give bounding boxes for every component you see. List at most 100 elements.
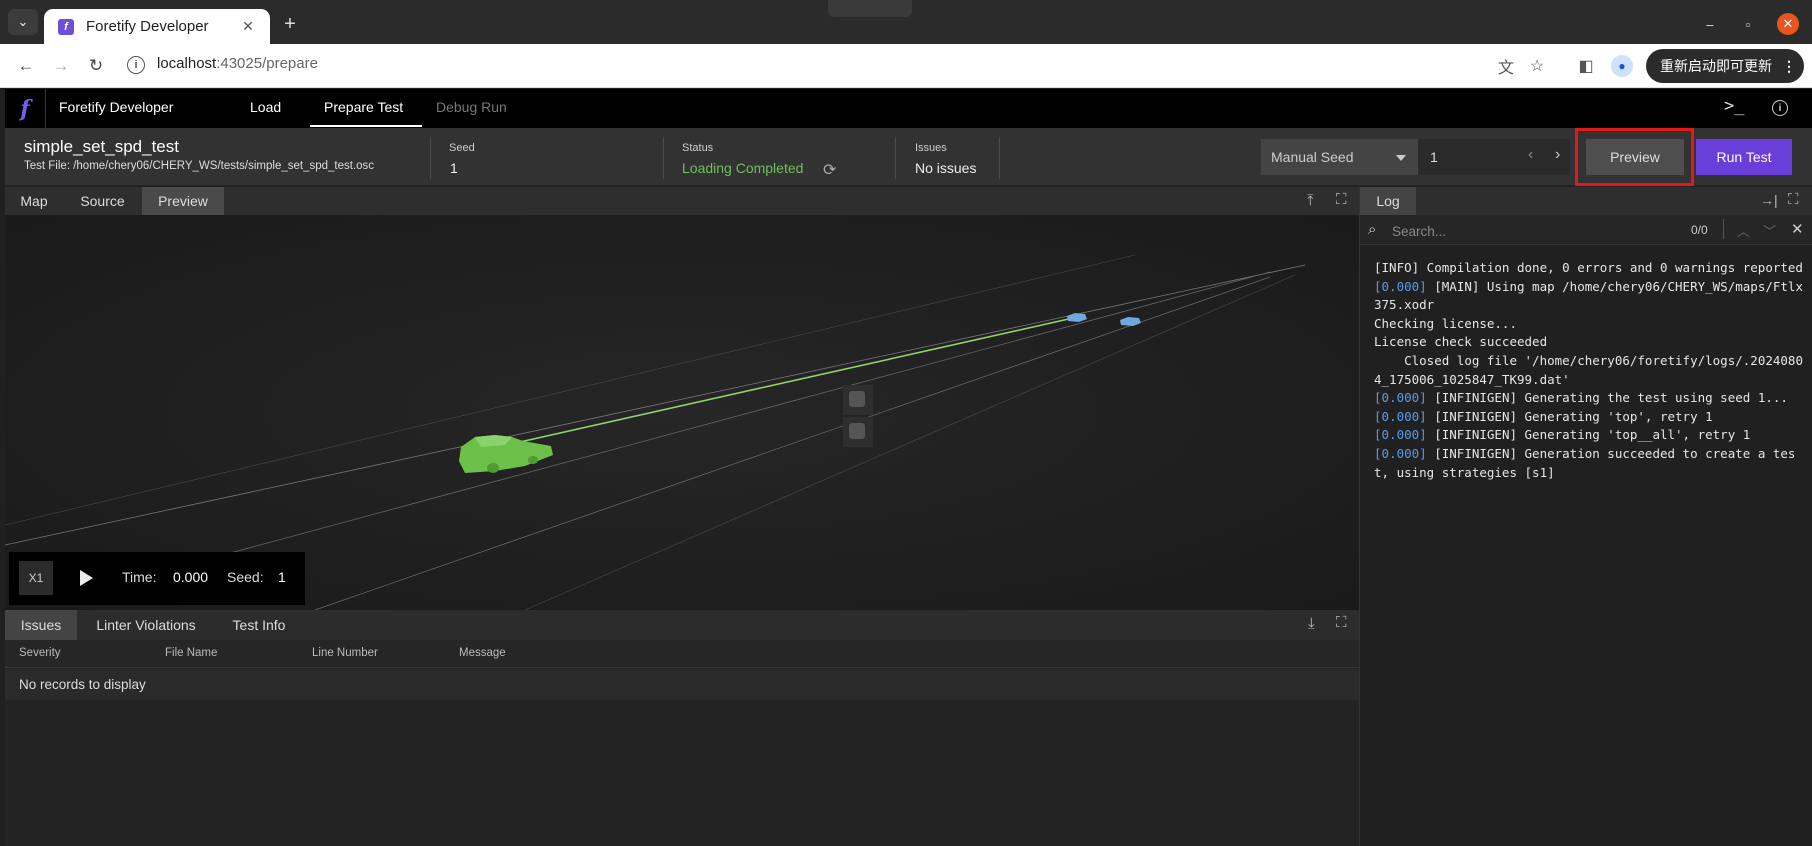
log-line: [INFO] Compilation done, 0 errors and 0 …: [1374, 259, 1804, 278]
fullscreen-icon[interactable]: ⛶: [1336, 614, 1347, 631]
column-file-name[interactable]: File Name: [165, 647, 217, 659]
issues-value: No issues: [915, 160, 977, 176]
chevron-down-icon[interactable]: ﹀: [1763, 221, 1776, 240]
chevron-up-icon[interactable]: ︿: [1737, 221, 1750, 240]
tab-close-icon[interactable]: ✕: [238, 17, 258, 37]
chevron-left-icon[interactable]: ‹: [1528, 146, 1533, 164]
caret-down-icon: [1396, 155, 1406, 161]
terminal-icon[interactable]: >_: [1724, 96, 1744, 116]
tab-linter-violations[interactable]: Linter Violations: [82, 610, 210, 640]
time-value: 0.000: [173, 569, 209, 585]
log-line: Closed log file '/home/chery06/foretify/…: [1374, 352, 1804, 389]
tab-search-chevron-down-icon[interactable]: ⌄: [8, 9, 38, 35]
log-text: [INFINIGEN] Generating 'top', retry 1: [1426, 408, 1713, 424]
close-search-icon[interactable]: ✕: [1791, 220, 1804, 238]
tab-issues[interactable]: Issues: [5, 610, 77, 640]
log-search-input[interactable]: [1392, 221, 1682, 241]
more-menu-icon[interactable]: ⋮: [1782, 58, 1796, 75]
log-line: [0.000] [INFINIGEN] Generation succeeded…: [1374, 445, 1804, 482]
status-value: Loading Completed: [682, 160, 804, 176]
nav-tab-debug-run[interactable]: Debug Run: [436, 99, 507, 115]
seed-mode-select[interactable]: Manual Seed: [1261, 139, 1418, 175]
log-output: [INFO] Compilation done, 0 errors and 0 …: [1374, 259, 1804, 482]
empty-table-message: No records to display: [19, 677, 146, 692]
new-tab-plus-icon[interactable]: +: [278, 12, 302, 36]
scenario-preview-viewport[interactable]: [5, 215, 1359, 610]
translate-icon[interactable]: 文: [1494, 54, 1518, 78]
tab-log[interactable]: Log: [1360, 187, 1416, 215]
tab-map[interactable]: Map: [5, 187, 63, 215]
column-severity[interactable]: Severity: [19, 647, 61, 659]
nav-tab-load[interactable]: Load: [250, 99, 281, 115]
log-timestamp: [0.000]: [1374, 445, 1427, 461]
log-text: License check succeeded: [1374, 334, 1548, 350]
tab-test-info[interactable]: Test Info: [218, 610, 300, 640]
chevron-right-icon[interactable]: ›: [1555, 146, 1560, 164]
divider: [1723, 219, 1724, 239]
log-timestamp: [0.000]: [1374, 278, 1427, 294]
column-message[interactable]: Message: [459, 647, 506, 659]
url-host: localhost: [157, 55, 217, 72]
seed-mode-value: Manual Seed: [1271, 149, 1354, 165]
log-text: [INFINIGEN] Generation succeeded to crea…: [1374, 445, 1796, 480]
reload-icon[interactable]: ↻: [84, 54, 108, 78]
test-file-path: Test File: /home/chery06/CHERY_WS/tests/…: [24, 160, 375, 172]
bookmark-star-icon[interactable]: ☆: [1525, 54, 1549, 78]
log-timestamp: [0.000]: [1374, 408, 1427, 424]
browser-tab-active[interactable]: f Foretify Developer ✕: [44, 9, 270, 44]
status-label: Status: [682, 142, 714, 154]
side-panel-icon[interactable]: ◧: [1574, 54, 1598, 78]
seed-label: Seed: [449, 142, 475, 154]
seed-value: 1: [450, 160, 458, 176]
maximize-icon[interactable]: ▫: [1737, 13, 1759, 35]
player-seed-label: Seed:: [227, 569, 264, 585]
seed-input[interactable]: [1418, 139, 1570, 175]
log-line: [0.000] [INFINIGEN] Generating 'top', re…: [1374, 408, 1804, 427]
dock-right-icon[interactable]: →|: [1760, 192, 1778, 208]
profile-avatar-icon[interactable]: ●: [1611, 55, 1633, 77]
log-text: Closed log file '/home/chery06/foretify/…: [1374, 352, 1803, 387]
foretify-logo-icon: f: [20, 96, 30, 122]
log-text: [MAIN] Using map /home/chery06/CHERY_WS/…: [1374, 278, 1803, 313]
time-label: Time:: [122, 569, 157, 585]
divider: [895, 137, 896, 179]
address-bar[interactable]: localhost:43025/prepare: [157, 55, 318, 72]
back-arrow-icon[interactable]: ←: [14, 54, 38, 78]
log-text: Checking license...: [1374, 315, 1517, 331]
log-line: [0.000] [INFINIGEN] Generating the test …: [1374, 389, 1804, 408]
road-scene: [5, 215, 1359, 610]
run-test-button[interactable]: Run Test: [1696, 139, 1792, 175]
play-icon[interactable]: [80, 570, 93, 586]
playback-speed-button[interactable]: X1: [19, 561, 53, 595]
pin-top-icon[interactable]: ⤒: [1307, 192, 1314, 209]
url-path: :43025/prepare: [216, 55, 318, 72]
fullscreen-icon[interactable]: ⛶: [1788, 191, 1799, 208]
log-text: [INFINIGEN] Generating the test using se…: [1426, 390, 1788, 406]
download-icon[interactable]: ⤓: [1308, 615, 1315, 632]
tab-source[interactable]: Source: [63, 187, 142, 215]
site-info-icon[interactable]: i: [127, 56, 145, 74]
window-close-icon[interactable]: ✕: [1777, 13, 1799, 35]
favicon-icon: f: [58, 18, 74, 35]
highlight-annotation-box: [1575, 128, 1694, 186]
log-timestamp: [0.000]: [1374, 390, 1427, 406]
tab-preview[interactable]: Preview: [142, 187, 224, 215]
search-icon: ⌕: [1368, 221, 1377, 238]
nav-tab-prepare-test[interactable]: Prepare Test: [324, 99, 403, 115]
issues-label: Issues: [915, 142, 947, 154]
minimize-icon[interactable]: –: [1699, 13, 1721, 35]
column-line-number[interactable]: Line Number: [312, 647, 378, 659]
update-label: 重新启动即可更新: [1660, 58, 1772, 74]
update-relaunch-button[interactable]: 重新启动即可更新 ⋮: [1646, 49, 1804, 83]
tab-title: Foretify Developer: [86, 18, 209, 35]
test-name: simple_set_spd_test: [24, 137, 179, 156]
refresh-icon[interactable]: ⟳: [823, 160, 836, 180]
log-line: License check succeeded: [1374, 333, 1804, 352]
fullscreen-icon[interactable]: ⛶: [1336, 191, 1347, 208]
player-seed-value: 1: [278, 569, 286, 585]
log-timestamp: [0.000]: [1374, 427, 1427, 443]
search-match-count: 0/0: [1691, 223, 1708, 237]
info-icon[interactable]: i: [1772, 100, 1788, 116]
log-text: [INFINIGEN] Generating 'top__all', retry…: [1426, 427, 1751, 443]
forward-arrow-icon[interactable]: →: [49, 54, 73, 78]
